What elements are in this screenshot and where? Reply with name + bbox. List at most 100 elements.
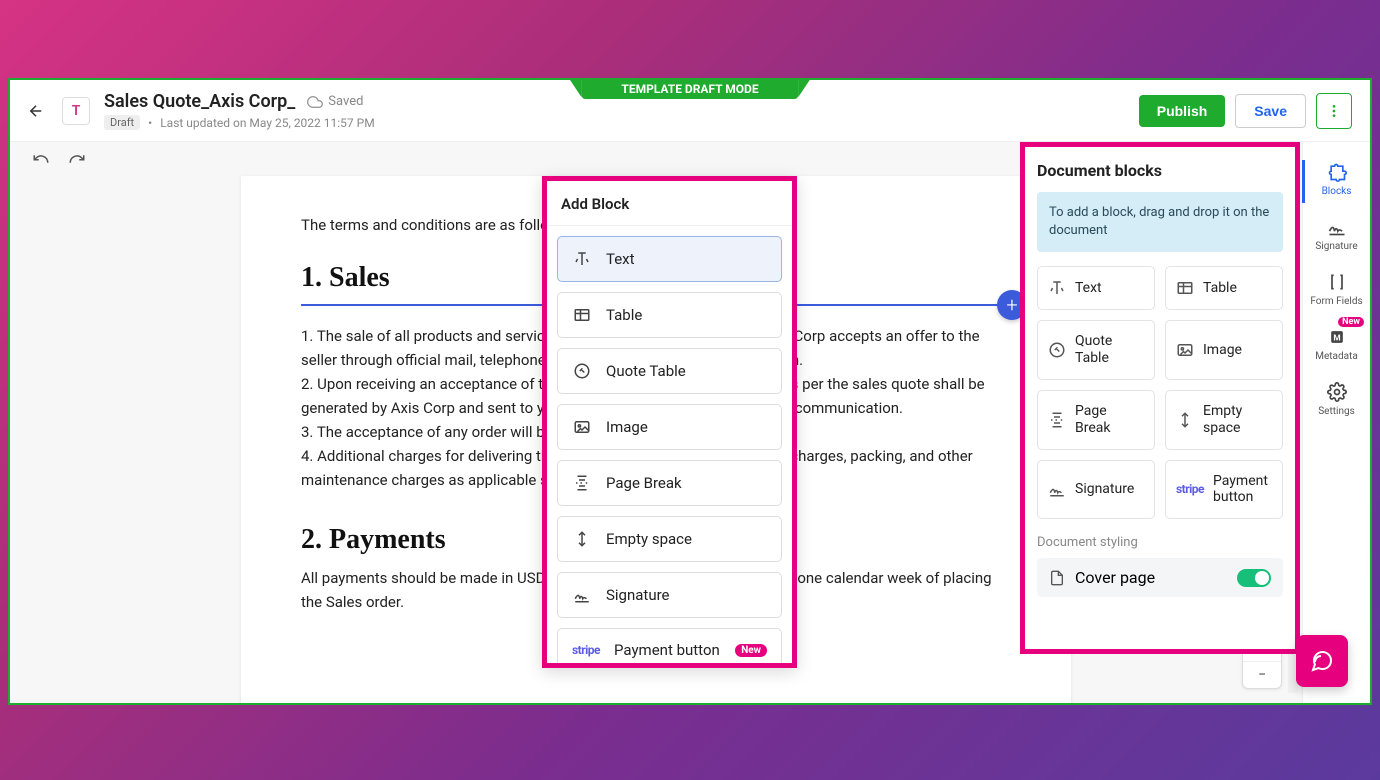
- blocks-panel-title: Document blocks: [1037, 161, 1283, 180]
- arrow-left-icon: [27, 102, 45, 120]
- popup-item-label: Table: [606, 306, 642, 324]
- puzzle-icon: [1327, 162, 1347, 182]
- block-item-label: Image: [1203, 342, 1242, 359]
- page-break-icon: [1048, 411, 1066, 429]
- document-icon: [1049, 570, 1065, 586]
- popup-list: Text Table Quote Table Image Page Break Empty…: [547, 226, 792, 663]
- cover-page-toggle[interactable]: [1237, 569, 1271, 587]
- block-item-stripe[interactable]: stripe Payment button: [1165, 460, 1283, 520]
- quote-table-icon: [1048, 341, 1066, 359]
- redo-icon: [68, 150, 86, 168]
- title-block: Sales Quote_Axis Corp_ Saved Draft • Las…: [104, 91, 375, 130]
- more-vertical-icon: [1326, 103, 1342, 119]
- block-item-quote-table[interactable]: Quote Table: [1037, 320, 1155, 380]
- last-updated: Last updated on May 25, 2022 11:57 PM: [160, 116, 374, 130]
- history-bar: [32, 150, 86, 168]
- popup-item-stripe[interactable]: stripe Payment button New: [557, 628, 782, 663]
- rail-formfields-label: Form Fields: [1303, 296, 1370, 307]
- save-button[interactable]: Save: [1235, 94, 1306, 128]
- popup-item-label: Quote Table: [606, 362, 686, 380]
- styling-section-label: Document styling: [1037, 535, 1283, 550]
- cover-page-label: Cover page: [1075, 568, 1155, 587]
- undo-button[interactable]: [32, 150, 50, 168]
- block-item-table[interactable]: Table: [1165, 266, 1283, 310]
- status-pill: Draft: [104, 115, 140, 130]
- brackets-icon: [1327, 272, 1347, 292]
- popup-item-label: Signature: [606, 586, 670, 604]
- blocks-panel-hint: To add a block, drag and drop it on the …: [1037, 192, 1283, 252]
- more-menu-button[interactable]: [1316, 93, 1352, 129]
- block-item-text[interactable]: Text: [1037, 266, 1155, 310]
- block-item-image[interactable]: Image: [1165, 320, 1283, 380]
- popup-item-image[interactable]: Image: [557, 404, 782, 450]
- add-block-popup: Add Block Text Table Quote Table Image Page …: [542, 176, 797, 668]
- chat-icon: [1310, 649, 1334, 673]
- new-badge: New: [1338, 317, 1364, 327]
- cover-page-row: Cover page: [1037, 558, 1283, 597]
- popup-item-table[interactable]: Table: [557, 292, 782, 338]
- right-rail: Blocks Signature Form Fields New M Metad…: [1302, 142, 1370, 703]
- block-item-label: Signature: [1075, 481, 1134, 498]
- saved-indicator: Saved: [307, 94, 363, 110]
- signature-icon: [1048, 480, 1066, 498]
- block-item-signature[interactable]: Signature: [1037, 460, 1155, 520]
- redo-button[interactable]: [68, 150, 86, 168]
- block-item-label: Quote Table: [1075, 333, 1144, 367]
- svg-text:M: M: [1333, 333, 1340, 343]
- popup-item-label: Text: [606, 250, 635, 268]
- page-break-icon: [572, 473, 592, 493]
- rail-blocks-label: Blocks: [1303, 186, 1370, 197]
- doc-title[interactable]: Sales Quote_Axis Corp_: [104, 91, 295, 112]
- rail-blocks[interactable]: Blocks: [1303, 156, 1370, 207]
- popup-item-page-break[interactable]: Page Break: [557, 460, 782, 506]
- chat-fab[interactable]: [1296, 635, 1348, 687]
- doc-type-chip: T: [62, 97, 90, 125]
- empty-space-icon: [572, 529, 592, 549]
- table-icon: [1176, 279, 1194, 297]
- signature-icon: [572, 585, 592, 605]
- popup-item-label: Page Break: [606, 474, 682, 492]
- table-icon: [572, 305, 592, 325]
- image-icon: [572, 417, 592, 437]
- app-window: TEMPLATE DRAFT MODE T Sales Quote_Axis C…: [8, 78, 1372, 705]
- new-badge: New: [735, 644, 767, 657]
- rail-settings[interactable]: Settings: [1303, 376, 1370, 427]
- workspace: The terms and conditions are as follows …: [10, 142, 1370, 703]
- block-item-empty-space[interactable]: Empty space: [1165, 390, 1283, 450]
- popup-item-quote-table[interactable]: Quote Table: [557, 348, 782, 394]
- popup-item-empty-space[interactable]: Empty space: [557, 516, 782, 562]
- image-icon: [1176, 341, 1194, 359]
- block-item-label: Text: [1075, 280, 1102, 297]
- block-item-label: Table: [1203, 280, 1237, 297]
- quote-table-icon: [572, 361, 592, 381]
- popup-item-label: Payment button: [614, 641, 720, 659]
- draft-mode-banner: TEMPLATE DRAFT MODE: [581, 79, 798, 99]
- block-item-label: Payment button: [1213, 473, 1272, 507]
- cloud-icon: [307, 94, 323, 110]
- block-item-label: Page Break: [1075, 403, 1144, 437]
- block-item-page-break[interactable]: Page Break: [1037, 390, 1155, 450]
- rail-metadata-label: Metadata: [1303, 351, 1370, 362]
- rail-settings-label: Settings: [1303, 406, 1370, 417]
- rail-signature-label: Signature: [1303, 241, 1370, 252]
- rail-form-fields[interactable]: Form Fields: [1303, 266, 1370, 317]
- popup-title: Add Block: [547, 181, 792, 226]
- rail-metadata[interactable]: New M Metadata: [1303, 321, 1370, 372]
- signature-icon: [1327, 217, 1347, 237]
- popup-item-label: Empty space: [606, 530, 692, 548]
- stripe-icon: stripe: [1176, 482, 1204, 496]
- block-item-label: Empty space: [1203, 403, 1272, 437]
- stripe-icon: stripe: [572, 643, 600, 657]
- publish-button[interactable]: Publish: [1139, 95, 1226, 127]
- zoom-out-button[interactable]: −: [1243, 662, 1281, 688]
- blocks-grid: Text Table Quote Table Image Page Break Empty…: [1037, 266, 1283, 519]
- popup-item-signature[interactable]: Signature: [557, 572, 782, 618]
- saved-label: Saved: [328, 94, 363, 109]
- back-button[interactable]: [24, 99, 48, 123]
- empty-space-icon: [1176, 411, 1194, 429]
- undo-icon: [32, 150, 50, 168]
- popup-item-text[interactable]: Text: [557, 236, 782, 282]
- popup-item-label: Image: [606, 418, 648, 436]
- rail-signature[interactable]: Signature: [1303, 211, 1370, 262]
- text-icon: [572, 249, 592, 269]
